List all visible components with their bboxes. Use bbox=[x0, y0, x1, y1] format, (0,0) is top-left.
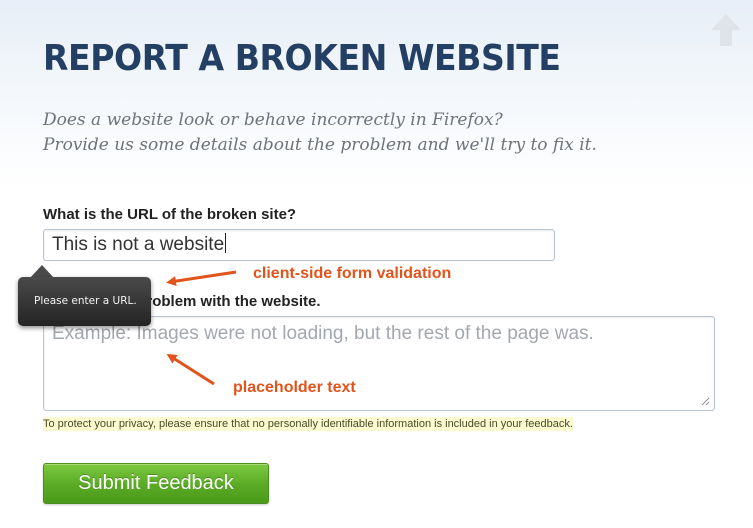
validation-tooltip: Please enter a URL. bbox=[18, 277, 151, 326]
url-input[interactable]: This is not a website bbox=[43, 229, 555, 261]
submit-feedback-button[interactable]: Submit Feedback bbox=[43, 463, 269, 504]
placeholder-annotation: placeholder text bbox=[233, 379, 356, 396]
up-arrow-icon[interactable] bbox=[708, 12, 744, 48]
page-subtitle: Does a website look or behave incorrectl… bbox=[43, 108, 597, 158]
subtitle-line-2: Provide us some details about the proble… bbox=[43, 135, 597, 155]
description-placeholder: Example: Images were not loading, but th… bbox=[52, 323, 594, 344]
resize-grip-icon[interactable] bbox=[700, 396, 710, 406]
text-caret bbox=[225, 233, 227, 253]
validation-arrow bbox=[166, 270, 237, 287]
subtitle-line-1: Does a website look or behave incorrectl… bbox=[43, 110, 503, 130]
url-label: What is the URL of the broken site? bbox=[43, 206, 297, 223]
description-textarea[interactable]: Example: Images were not loading, but th… bbox=[43, 316, 715, 411]
privacy-note: To protect your privacy, please ensure t… bbox=[43, 417, 573, 431]
url-input-value: This is not a website bbox=[52, 234, 225, 255]
header-background bbox=[0, 0, 753, 190]
page-title: REPORT A BROKEN WEBSITE bbox=[43, 38, 561, 79]
validation-annotation: client-side form validation bbox=[253, 265, 452, 282]
